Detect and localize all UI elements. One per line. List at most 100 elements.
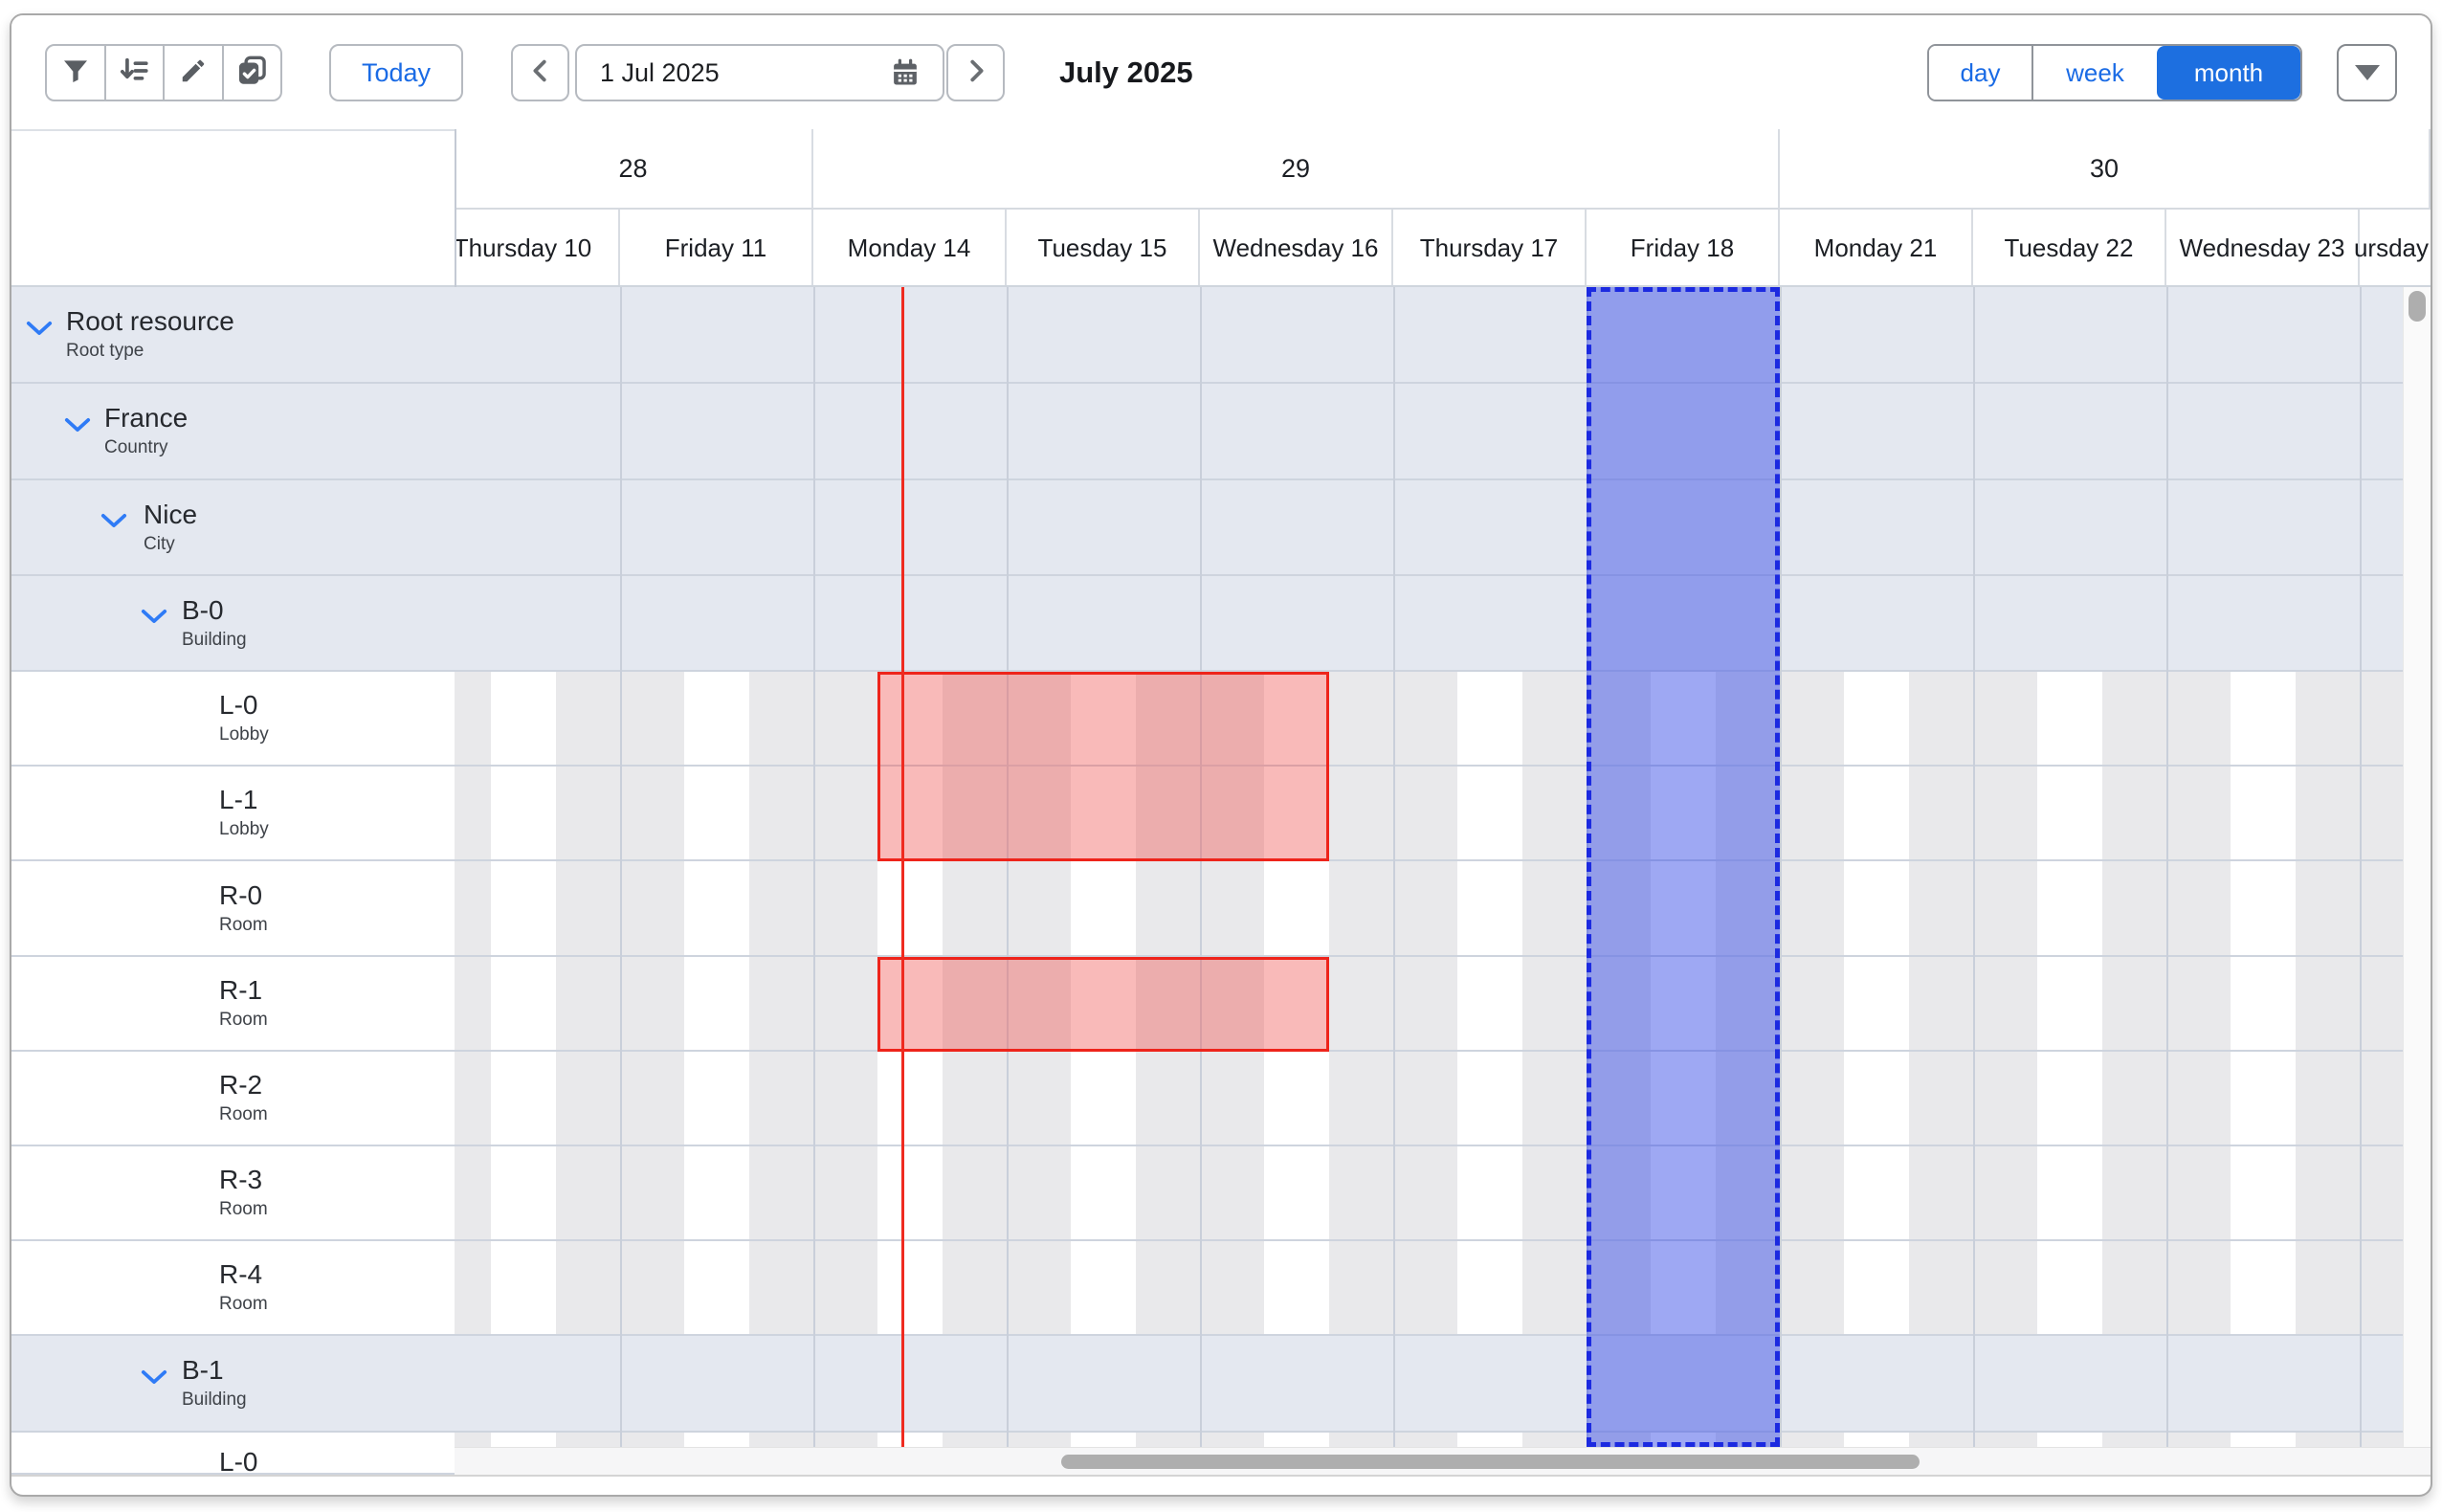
day-column-line — [1200, 287, 1202, 1447]
day-header-cell[interactable]: Thursday 17 — [1393, 210, 1587, 287]
resource-row-r-1[interactable]: R-1Room — [11, 957, 455, 1052]
resource-row-l-0[interactable]: L-0Lobby — [11, 672, 455, 767]
resource-type: Room — [219, 1291, 268, 1317]
chevron-down-icon[interactable] — [141, 1369, 167, 1390]
dropdown-button[interactable] — [2337, 44, 2397, 101]
vertical-scrollbar[interactable] — [2403, 287, 2431, 1447]
timeline-row[interactable] — [455, 1052, 2431, 1146]
resource-tree: Root resourceRoot typeFranceCountryNiceC… — [11, 287, 455, 1475]
resource-name: R-3 — [219, 1164, 268, 1196]
resource-row-france[interactable]: FranceCountry — [11, 384, 455, 480]
resource-name: B-1 — [182, 1354, 247, 1387]
chevron-right-icon — [962, 56, 990, 90]
timeline-row[interactable] — [455, 384, 2431, 480]
multi-assign-button[interactable] — [222, 46, 281, 100]
tab-month[interactable]: month — [2157, 46, 2300, 100]
timeline-row[interactable] — [455, 672, 2431, 767]
tab-week[interactable]: week — [2031, 46, 2157, 100]
timeline-row[interactable] — [455, 576, 2431, 672]
resource-name: B-0 — [182, 594, 247, 627]
horizontal-scrollbar[interactable] — [455, 1447, 2431, 1476]
timeline-row[interactable] — [455, 1433, 2431, 1447]
resource-name: R-4 — [219, 1258, 268, 1291]
resource-type: Building — [182, 627, 247, 653]
timeline-row[interactable] — [455, 957, 2431, 1052]
resource-row-l-0[interactable]: L-0 — [11, 1433, 455, 1475]
filter-button[interactable] — [47, 46, 104, 100]
resource-type: Building — [182, 1387, 247, 1412]
chevron-down-icon[interactable] — [141, 609, 167, 630]
resource-name: France — [104, 402, 188, 434]
chevron-left-icon — [526, 56, 555, 90]
day-header-cell[interactable]: Friday 11 — [620, 210, 813, 287]
resource-row-r-4[interactable]: R-4Room — [11, 1241, 455, 1336]
timeline-row[interactable] — [455, 767, 2431, 861]
edit-button[interactable] — [163, 46, 222, 100]
toolbar-icon-group — [45, 44, 282, 101]
day-column-line — [1973, 287, 1975, 1447]
chevron-down-icon[interactable] — [64, 417, 91, 438]
day-header-cell[interactable]: Thursday 10 — [455, 210, 620, 287]
day-header-cell[interactable]: Monday 14 — [813, 210, 1007, 287]
chevron-down-icon[interactable] — [100, 513, 127, 534]
day-column-line — [2166, 287, 2168, 1447]
event-red-2[interactable] — [877, 957, 1328, 1052]
current-time-line — [901, 287, 904, 1447]
resource-row-b-0[interactable]: B-0Building — [11, 576, 455, 672]
timeline-header: 282930Thursday 10Friday 11Monday 14Tuesd… — [455, 129, 2431, 287]
resource-row-b-1[interactable]: B-1Building — [11, 1336, 455, 1433]
timeline-row[interactable] — [455, 287, 2431, 384]
day-header-cell[interactable]: Monday 21 — [1780, 210, 1973, 287]
resource-row-r-0[interactable]: R-0Room — [11, 861, 455, 957]
resource-name: L-0 — [219, 1446, 257, 1475]
day-header-cell[interactable]: ursday — [2360, 210, 2431, 287]
day-header-cell[interactable]: Tuesday 22 — [1973, 210, 2166, 287]
tab-day[interactable]: day — [1929, 46, 2031, 100]
calendar-icon[interactable] — [891, 58, 920, 87]
timeline-body — [455, 287, 2431, 1447]
sort-icon — [118, 55, 150, 92]
resource-row-root-resource[interactable]: Root resourceRoot type — [11, 287, 455, 384]
resource-name: Nice — [144, 499, 197, 531]
resource-type: Country — [104, 434, 188, 460]
day-column-line — [1393, 287, 1395, 1447]
date-input[interactable]: 1 Jul 2025 — [575, 44, 944, 101]
copy-check-icon — [235, 55, 268, 92]
resource-type: Room — [219, 1101, 268, 1127]
event-red-1[interactable] — [877, 672, 1328, 861]
today-button[interactable]: Today — [329, 44, 463, 101]
timeline-row[interactable] — [455, 1336, 2431, 1433]
resource-row-r-3[interactable]: R-3Room — [11, 1146, 455, 1241]
selected-time-range[interactable] — [1587, 287, 1780, 1447]
day-header-cell[interactable]: Wednesday 16 — [1200, 210, 1393, 287]
sort-button[interactable] — [104, 46, 164, 100]
next-button[interactable] — [946, 44, 1005, 101]
week-header-cell: 29 — [813, 129, 1780, 210]
day-column-line — [1007, 287, 1009, 1447]
vertical-scrollbar-thumb[interactable] — [2409, 291, 2426, 322]
prev-button[interactable] — [511, 44, 569, 101]
resource-type: Room — [219, 1196, 268, 1222]
page-title: July 2025 — [1059, 44, 1193, 101]
chevron-down-icon[interactable] — [26, 321, 53, 342]
resource-name: L-1 — [219, 784, 269, 816]
pencil-icon — [179, 56, 208, 90]
timeline-row[interactable] — [455, 1146, 2431, 1241]
day-header-cell[interactable]: Friday 18 — [1587, 210, 1780, 287]
resource-row-l-1[interactable]: L-1Lobby — [11, 767, 455, 861]
day-header-cell[interactable]: Wednesday 23 — [2166, 210, 2360, 287]
resource-row-r-2[interactable]: R-2Room — [11, 1052, 455, 1146]
horizontal-scrollbar-thumb[interactable] — [1061, 1455, 1920, 1469]
day-column-line — [813, 287, 815, 1447]
timeline-row[interactable] — [455, 861, 2431, 957]
filter-icon — [60, 56, 91, 91]
timeline-row[interactable] — [455, 1241, 2431, 1336]
timeline-row[interactable] — [455, 480, 2431, 576]
widget-bottom-border — [11, 1475, 2431, 1477]
date-value: 1 Jul 2025 — [600, 58, 720, 88]
resource-row-nice[interactable]: NiceCity — [11, 480, 455, 576]
resource-type: City — [144, 531, 197, 557]
day-header-cell[interactable]: Tuesday 15 — [1007, 210, 1200, 287]
resource-type: Root type — [66, 338, 234, 364]
scheduler-app: Today 1 Jul 2025 July 2025 dayweekmonth — [0, 0, 2442, 1512]
